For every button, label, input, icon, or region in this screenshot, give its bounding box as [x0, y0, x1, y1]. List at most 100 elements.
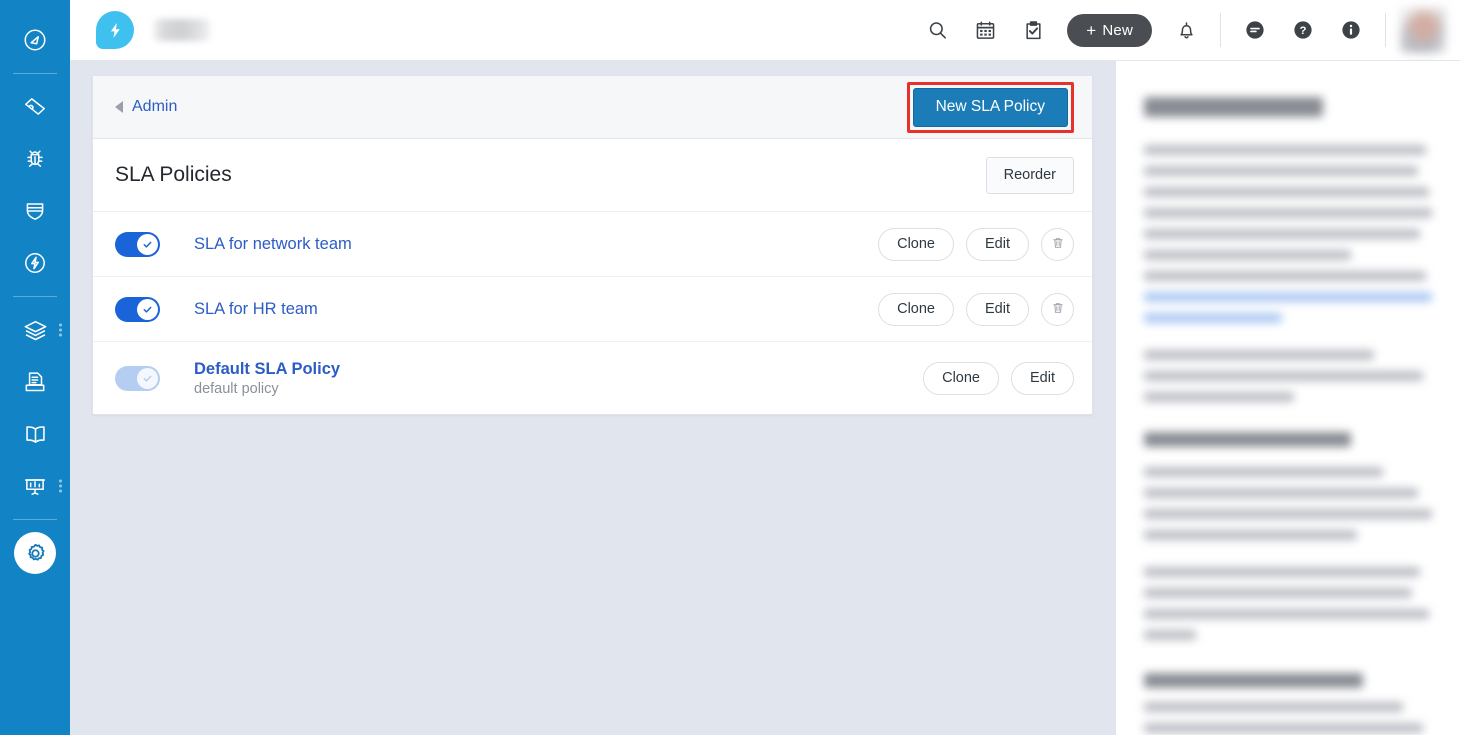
help-doc-line [1144, 723, 1424, 733]
sidebar-divider [13, 73, 57, 74]
toggle-knob [137, 233, 158, 255]
search-icon[interactable] [913, 0, 961, 61]
policy-label-wrap: SLA for HR team [194, 300, 318, 319]
workspace-name-blurred [154, 19, 210, 41]
help-doc-line [1144, 509, 1432, 519]
sidebar-item-assets[interactable] [0, 304, 70, 356]
help-documentation-panel [1115, 61, 1460, 735]
svg-text:?: ? [1300, 25, 1307, 37]
policy-name[interactable]: SLA for network team [194, 235, 352, 254]
policy-toggle[interactable] [115, 296, 160, 322]
edit-button[interactable]: Edit [966, 227, 1029, 261]
help-doc-line [1144, 229, 1421, 239]
row-actions: Clone Edit [878, 227, 1074, 261]
help-doc-heading [1144, 97, 1323, 117]
help-doc-line [1144, 567, 1421, 577]
user-avatar[interactable] [1400, 7, 1446, 53]
new-button[interactable]: + New [1067, 13, 1152, 47]
sidebar-more-dots-assets[interactable] [59, 323, 62, 337]
new-sla-policy-highlight-wrap: New SLA Policy [906, 81, 1074, 133]
row-actions: Clone Edit [923, 361, 1074, 395]
new-sla-policy-button[interactable]: New SLA Policy [912, 87, 1068, 127]
left-sidebar [0, 0, 70, 735]
breadcrumb-label: Admin [132, 98, 178, 115]
help-doc-gap [1144, 551, 1432, 567]
notifications-bell-icon[interactable] [1162, 0, 1210, 61]
sidebar-item-problems[interactable] [0, 133, 70, 185]
topbar-divider-2 [1385, 13, 1386, 47]
help-doc-link-line[interactable] [1144, 292, 1432, 302]
sidebar-item-purchase-orders[interactable] [0, 356, 70, 408]
help-doc-line [1144, 530, 1358, 540]
reorder-button[interactable]: Reorder [985, 156, 1074, 194]
help-doc-line [1144, 250, 1352, 260]
feedback-icon[interactable] [1231, 0, 1279, 61]
toggle-knob [137, 298, 158, 320]
sidebar-divider-3 [13, 519, 57, 520]
help-doc-line [1144, 467, 1384, 477]
ticket-icon [22, 94, 48, 120]
policy-label-wrap: SLA for network team [194, 235, 352, 254]
gear-icon [14, 532, 56, 574]
sidebar-item-admin[interactable] [0, 527, 70, 579]
sidebar-item-analytics[interactable] [0, 460, 70, 512]
top-bar: + New ? [70, 0, 1460, 61]
sidebar-item-changes[interactable] [0, 185, 70, 237]
policy-description: default policy [194, 380, 279, 397]
delete-button[interactable] [1041, 227, 1074, 261]
toggle-knob [137, 367, 158, 389]
policy-name[interactable]: SLA for HR team [194, 300, 318, 319]
policy-toggle[interactable] [115, 231, 160, 257]
app-root: + New ? Admin New SLA Policy SLA Policie… [0, 0, 1460, 735]
help-doc-line [1144, 166, 1418, 176]
sidebar-divider-2 [13, 296, 57, 297]
breadcrumb-admin-link[interactable]: Admin [115, 98, 177, 116]
info-icon[interactable] [1327, 0, 1375, 61]
help-doc-gap [1144, 334, 1432, 350]
sidebar-more-dots-analytics[interactable] [59, 479, 62, 493]
freshservice-logo[interactable] [96, 11, 134, 49]
help-doc-subheading [1144, 432, 1352, 447]
help-icon[interactable]: ? [1279, 0, 1327, 61]
help-doc-gap [1144, 651, 1432, 667]
purchase-order-icon [22, 369, 48, 395]
sidebar-item-solutions[interactable] [0, 408, 70, 460]
help-doc-line [1144, 588, 1412, 598]
tasks-icon[interactable] [1009, 0, 1057, 61]
sla-policies-panel: Admin New SLA Policy SLA Policies Reorde… [92, 75, 1093, 415]
delete-button[interactable] [1041, 292, 1074, 326]
assets-icon [22, 317, 49, 344]
topbar-divider [1220, 13, 1221, 47]
table-row: Default SLA Policy default policy Clone … [93, 342, 1092, 414]
table-row: SLA for HR team Clone Edit [93, 277, 1092, 342]
policy-name[interactable]: Default SLA Policy [194, 360, 340, 379]
calendar-icon[interactable] [961, 0, 1009, 61]
analytics-icon [22, 473, 48, 499]
clone-button[interactable]: Clone [878, 227, 954, 261]
clone-button[interactable]: Clone [878, 292, 954, 326]
edit-button[interactable]: Edit [966, 292, 1029, 326]
edit-button[interactable]: Edit [1011, 361, 1074, 395]
section-header: SLA Policies Reorder [93, 139, 1092, 212]
help-doc-line [1144, 145, 1427, 155]
delete-icon [1051, 301, 1065, 318]
plus-icon: + [1086, 20, 1097, 40]
sidebar-item-tickets[interactable] [0, 81, 70, 133]
help-doc-line [1144, 488, 1418, 498]
topbar-actions: + New ? [913, 0, 1460, 61]
sidebar-item-releases[interactable] [0, 237, 70, 289]
help-doc-line [1144, 371, 1424, 381]
bug-icon [22, 146, 48, 172]
clone-button[interactable]: Clone [923, 361, 999, 395]
table-row: SLA for network team Clone Edit [93, 212, 1092, 277]
help-doc-link-line[interactable] [1144, 313, 1283, 323]
new-button-label: New [1102, 21, 1133, 39]
policy-label-wrap: Default SLA Policy default policy [194, 360, 340, 397]
help-doc-line [1144, 187, 1430, 197]
policy-toggle[interactable] [115, 365, 160, 391]
release-icon [22, 250, 48, 276]
sidebar-item-dashboard[interactable] [0, 14, 70, 66]
solutions-icon [22, 421, 49, 448]
help-doc-line [1144, 609, 1430, 619]
delete-icon [1051, 236, 1065, 253]
